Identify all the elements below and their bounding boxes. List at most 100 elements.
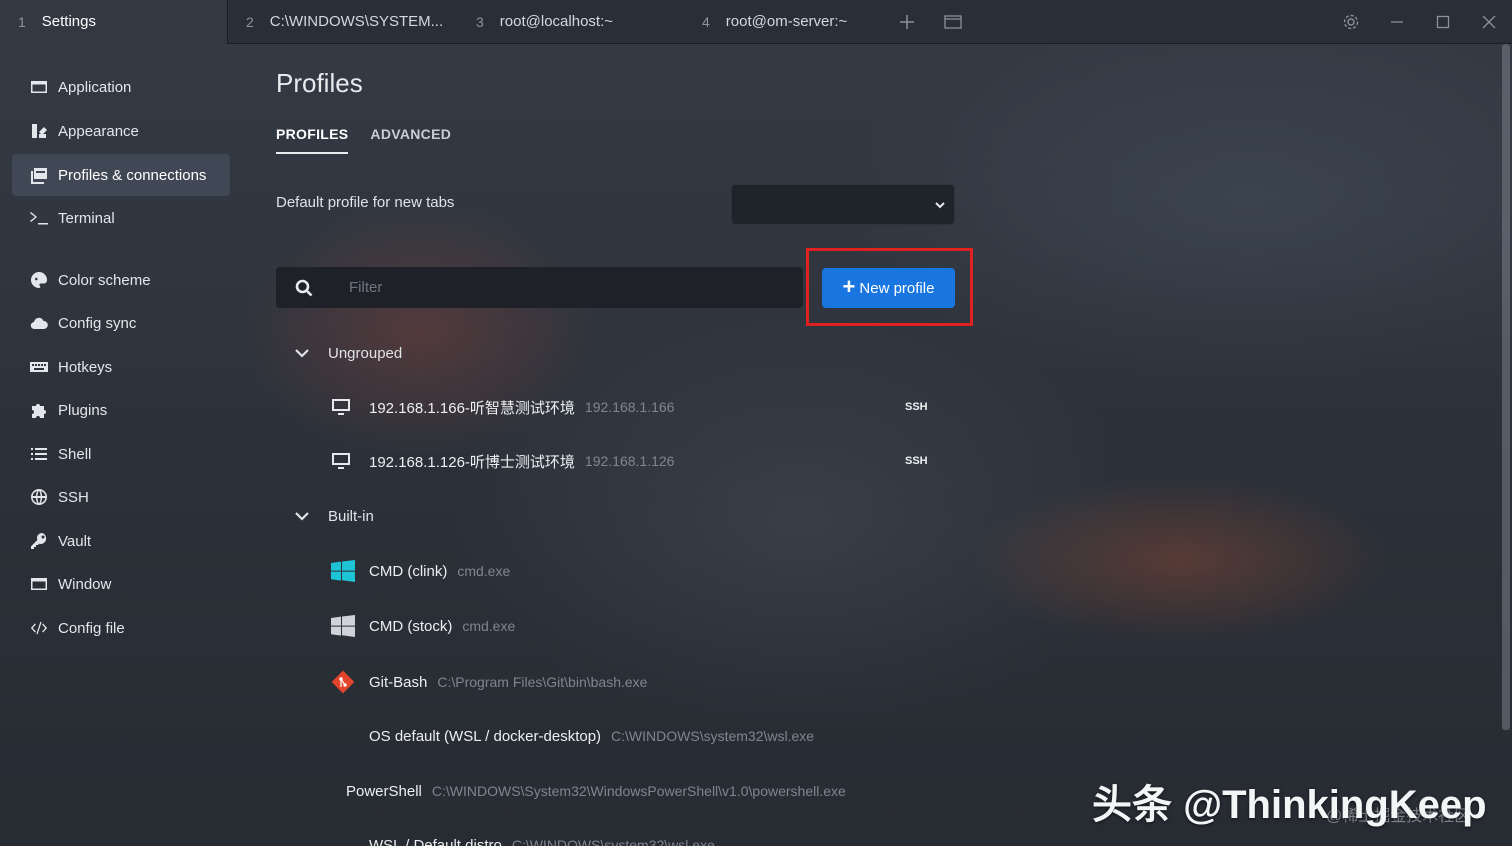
code-icon: [30, 621, 48, 635]
sidebar-item-color-scheme[interactable]: Color scheme: [12, 259, 230, 301]
profile-description: C:\Program Files\Git\bin\bash.exe: [437, 674, 648, 690]
key-icon: [31, 533, 47, 549]
profile-row[interactable]: PowerShell C:\WINDOWS\System32\WindowsPo…: [346, 776, 846, 806]
cloud-icon: [30, 317, 48, 330]
profile-description: cmd.exe: [457, 563, 511, 579]
subtab-bar: PROFILES ADVANCED: [276, 126, 451, 154]
chevron-down-icon: [935, 202, 945, 209]
profile-description: cmd.exe: [462, 618, 516, 634]
tab-label: C:\WINDOWS\SYSTEM...: [269, 13, 444, 30]
sidebar-item-plugins[interactable]: Plugins: [12, 389, 230, 431]
sidebar-item-window[interactable]: Window: [12, 563, 230, 605]
sidebar-item-label: Terminal: [58, 209, 115, 227]
profile-name: CMD (clink): [369, 562, 448, 580]
gear-icon[interactable]: [1328, 0, 1374, 44]
scrollbar[interactable]: [1502, 44, 1510, 730]
windows-gray-icon: [331, 614, 359, 638]
terminal-icon: [30, 212, 48, 225]
chevron-down-icon: [295, 512, 309, 521]
group-built-in[interactable]: Built-in: [294, 502, 374, 530]
sidebar-item-label: SSH: [58, 488, 89, 506]
list-icon: [31, 448, 47, 460]
tab-profiles[interactable]: PROFILES: [276, 126, 349, 154]
sidebar-item-config-sync[interactable]: Config sync: [12, 302, 230, 344]
search-icon: [276, 279, 332, 297]
plus-icon: +: [842, 274, 856, 299]
profiles-icon: [31, 168, 47, 184]
profile-name: CMD (stock): [369, 617, 453, 635]
git-icon: [331, 670, 359, 694]
sidebar-item-label: Shell: [58, 445, 92, 463]
maximize-icon[interactable]: [1420, 0, 1466, 44]
blank-icon: [331, 724, 359, 748]
sidebar-item-ssh[interactable]: SSH: [12, 476, 230, 518]
profile-row[interactable]: CMD (stock) cmd.exe: [331, 611, 515, 641]
tab-number: 2: [246, 13, 254, 30]
tab-settings[interactable]: 1 Settings: [0, 0, 228, 44]
profile-name: WSL / Default distro: [369, 836, 502, 846]
tab-localhost[interactable]: 3 root@localhost:~: [458, 0, 684, 44]
chevron-down-icon: [295, 349, 309, 358]
window-icon: [31, 578, 47, 590]
sidebar-item-label: Appearance: [58, 122, 139, 140]
monitor-icon: [331, 449, 359, 473]
sidebar-item-label: Plugins: [58, 401, 108, 419]
window-icon[interactable]: [930, 0, 976, 44]
profile-row[interactable]: Git-Bash C:\Program Files\Git\bin\bash.e…: [331, 667, 647, 697]
sidebar-item-label: Color scheme: [58, 271, 151, 289]
profile-name: 192.168.1.166-听智慧测试环境: [369, 399, 575, 417]
filter-input[interactable]: [332, 279, 803, 296]
watermark: 头条 @ThinkingKeep: [1092, 783, 1487, 827]
profile-type-badge: SSH: [905, 401, 928, 413]
profile-row[interactable]: CMD (clink) cmd.exe: [331, 556, 510, 586]
profile-description: C:\WINDOWS\system32\wsl.exe: [611, 728, 815, 744]
sidebar-item-terminal[interactable]: Terminal: [12, 197, 230, 239]
tab-label: root@om-server:~: [725, 13, 848, 30]
palette-icon: [31, 271, 48, 288]
tab-number: 4: [702, 13, 710, 30]
sidebar-item-application[interactable]: Application: [12, 66, 230, 108]
profile-description: C:\WINDOWS\System32\WindowsPowerShell\v1…: [431, 783, 846, 799]
sidebar-item-label: Config file: [58, 619, 125, 637]
default-profile-select[interactable]: [731, 184, 955, 225]
new-profile-label: New profile: [859, 279, 935, 297]
tab-cmd[interactable]: 2 C:\WINDOWS\SYSTEM...: [228, 0, 458, 44]
tab-number: 1: [18, 13, 26, 30]
close-icon[interactable]: [1466, 0, 1512, 44]
filter-box: [276, 267, 803, 308]
profile-row[interactable]: 192.168.1.166-听智慧测试环境 192.168.1.166 SSH: [331, 392, 931, 422]
profile-name: 192.168.1.126-听博士测试环境: [369, 453, 575, 471]
sidebar-item-config-file[interactable]: Config file: [12, 607, 230, 649]
sidebar-item-profiles[interactable]: Profiles & connections: [12, 154, 230, 196]
sidebar-item-vault[interactable]: Vault: [12, 520, 230, 562]
new-profile-button[interactable]: + New profile: [822, 268, 955, 308]
profile-row[interactable]: WSL / Default distro C:\WINDOWS\system32…: [331, 830, 715, 846]
sidebar-item-label: Window: [58, 575, 112, 593]
globe-icon: [31, 489, 47, 505]
plus-icon[interactable]: [884, 0, 930, 44]
tab-om-server[interactable]: 4 root@om-server:~: [684, 0, 884, 44]
windows-color-icon: [331, 559, 359, 583]
sidebar-item-label: Hotkeys: [58, 358, 113, 376]
sidebar-item-hotkeys[interactable]: Hotkeys: [12, 346, 230, 388]
profile-row[interactable]: OS default (WSL / docker-desktop) C:\WIN…: [331, 721, 814, 751]
sidebar-item-appearance[interactable]: Appearance: [12, 110, 230, 152]
profile-description: C:\WINDOWS\system32\wsl.exe: [511, 837, 715, 846]
profile-name: PowerShell: [346, 782, 422, 800]
profile-description: 192.168.1.166: [584, 399, 675, 415]
minimize-icon[interactable]: [1374, 0, 1420, 44]
profile-row[interactable]: 192.168.1.126-听博士测试环境 192.168.1.126 SSH: [331, 446, 931, 476]
tab-advanced[interactable]: ADVANCED: [370, 126, 451, 154]
tab-bar: 1 Settings 2 C:\WINDOWS\SYSTEM... 3 root…: [0, 0, 1512, 44]
app-window: 1 Settings 2 C:\WINDOWS\SYSTEM... 3 root…: [0, 0, 1512, 846]
group-label: Ungrouped: [328, 344, 403, 362]
page-title: Profiles: [276, 68, 363, 98]
tab-label: root@localhost:~: [499, 13, 613, 30]
profile-description: 192.168.1.126: [584, 453, 675, 469]
default-profile-label: Default profile for new tabs: [276, 194, 455, 211]
paint-icon: [32, 124, 47, 138]
sidebar-item-shell[interactable]: Shell: [12, 433, 230, 475]
window-icon: [31, 81, 47, 93]
group-ungrouped[interactable]: Ungrouped: [294, 339, 402, 367]
sidebar-item-label: Application: [58, 78, 132, 96]
